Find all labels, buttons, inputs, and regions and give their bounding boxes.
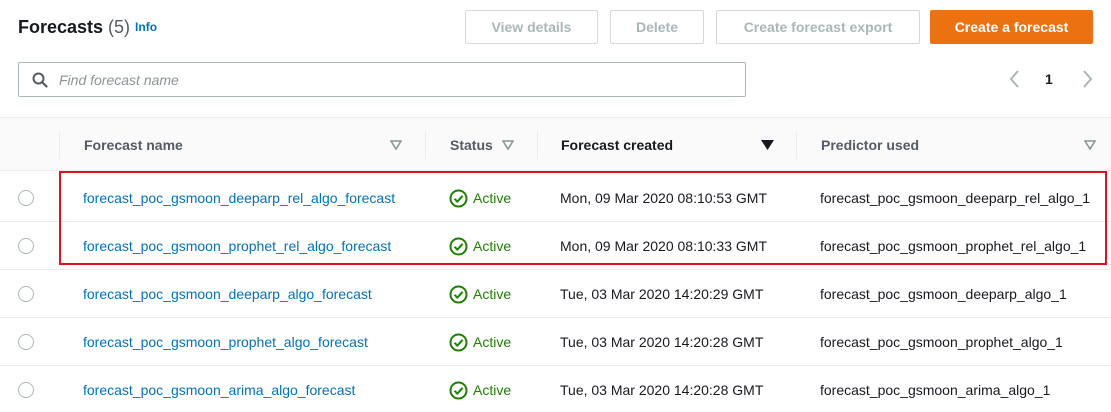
forecast-created-cell: Tue, 03 Mar 2020 14:20:28 GMT	[560, 382, 764, 398]
page-title-text: Forecasts	[18, 17, 104, 37]
predictor-used-cell: forecast_poc_gsmoon_deeparp_algo_1	[820, 286, 1067, 302]
status-cell: Active	[449, 318, 511, 366]
sort-caret-icon[interactable]	[390, 140, 402, 150]
page-title: Forecasts (5) Info	[18, 17, 157, 38]
predictor-used-cell: forecast_poc_gsmoon_prophet_algo_1	[820, 334, 1063, 350]
column-divider	[59, 131, 60, 159]
table-row[interactable]: forecast_poc_gsmoon_prophet_rel_algo_for…	[0, 222, 1111, 270]
forecast-name-link[interactable]: forecast_poc_gsmoon_prophet_rel_algo_for…	[83, 222, 391, 270]
previous-page-button[interactable]	[1008, 66, 1022, 92]
status-text: Active	[473, 382, 512, 398]
check-circle-icon	[449, 333, 468, 351]
status-text: Active	[473, 286, 512, 302]
table-row[interactable]: forecast_poc_gsmoon_deeparp_algo_forecas…	[0, 270, 1111, 318]
view-details-button[interactable]: View details	[465, 10, 598, 44]
chevron-left-icon	[1009, 70, 1019, 88]
search-input[interactable]	[59, 68, 729, 92]
predictor-used-cell: forecast_poc_gsmoon_deeparp_rel_algo_1	[820, 190, 1091, 206]
next-page-button[interactable]	[1080, 66, 1094, 92]
row-select-radio[interactable]	[18, 286, 34, 302]
search-box[interactable]	[18, 62, 746, 97]
column-header-predictor-used[interactable]: Predictor used	[821, 118, 919, 172]
sort-caret-icon[interactable]	[1084, 140, 1096, 150]
row-select-radio[interactable]	[18, 238, 34, 254]
status-cell: Active	[449, 270, 511, 318]
column-header-status[interactable]: Status	[450, 118, 493, 172]
forecast-created-cell: Tue, 03 Mar 2020 14:20:28 GMT	[560, 334, 764, 350]
forecast-name-link[interactable]: forecast_poc_gsmoon_deeparp_algo_forecas…	[83, 270, 372, 318]
current-page-number[interactable]: 1	[1045, 66, 1053, 92]
status-cell: Active	[449, 366, 511, 412]
forecast-count: (5)	[108, 17, 131, 37]
status-text: Active	[473, 190, 512, 206]
status-text: Active	[473, 334, 512, 350]
forecast-created-cell: Tue, 03 Mar 2020 14:20:29 GMT	[560, 286, 764, 302]
create-forecast-export-button[interactable]: Create forecast export	[716, 10, 920, 44]
table-row[interactable]: forecast_poc_gsmoon_deeparp_rel_algo_for…	[0, 174, 1111, 222]
column-divider	[425, 131, 426, 159]
predictor-used-cell: forecast_poc_gsmoon_prophet_rel_algo_1	[820, 238, 1087, 254]
row-select-radio[interactable]	[18, 334, 34, 350]
column-header-forecast-name[interactable]: Forecast name	[84, 118, 183, 172]
column-divider	[537, 131, 538, 159]
info-link[interactable]: Info	[135, 20, 157, 34]
forecast-name-link[interactable]: forecast_poc_gsmoon_deeparp_rel_algo_for…	[83, 174, 395, 222]
check-circle-icon	[449, 189, 468, 207]
chevron-right-icon	[1083, 70, 1093, 88]
page-header: Forecasts (5) Info View details Delete Cre…	[0, 0, 1111, 54]
forecast-name-link[interactable]: forecast_poc_gsmoon_arima_algo_forecast	[83, 366, 355, 412]
table-row[interactable]: forecast_poc_gsmoon_prophet_algo_forecas…	[0, 318, 1111, 366]
status-cell: Active	[449, 174, 511, 222]
table-row[interactable]: forecast_poc_gsmoon_arima_algo_forecast A…	[0, 366, 1111, 412]
column-divider	[796, 131, 797, 159]
forecast-created-cell: Mon, 09 Mar 2020 08:10:33 GMT	[560, 238, 767, 254]
row-select-radio[interactable]	[18, 382, 34, 398]
forecast-name-link[interactable]: forecast_poc_gsmoon_prophet_algo_forecas…	[83, 318, 368, 366]
delete-button[interactable]: Delete	[610, 10, 704, 44]
sort-caret-icon[interactable]	[502, 140, 514, 150]
table-header: Forecast name Status Forecast created Pr…	[0, 117, 1111, 171]
row-select-radio[interactable]	[18, 190, 34, 206]
status-cell: Active	[449, 222, 511, 270]
status-text: Active	[473, 238, 512, 254]
check-circle-icon	[449, 381, 468, 399]
check-circle-icon	[449, 237, 468, 255]
forecast-created-cell: Mon, 09 Mar 2020 08:10:53 GMT	[560, 190, 767, 206]
create-forecast-button[interactable]: Create a forecast	[930, 10, 1093, 44]
check-circle-icon	[449, 285, 468, 303]
search-icon	[32, 72, 48, 88]
column-header-forecast-created[interactable]: Forecast created	[561, 118, 673, 172]
predictor-used-cell: forecast_poc_gsmoon_arima_algo_1	[820, 382, 1051, 398]
caret-down-icon[interactable]	[761, 140, 774, 150]
